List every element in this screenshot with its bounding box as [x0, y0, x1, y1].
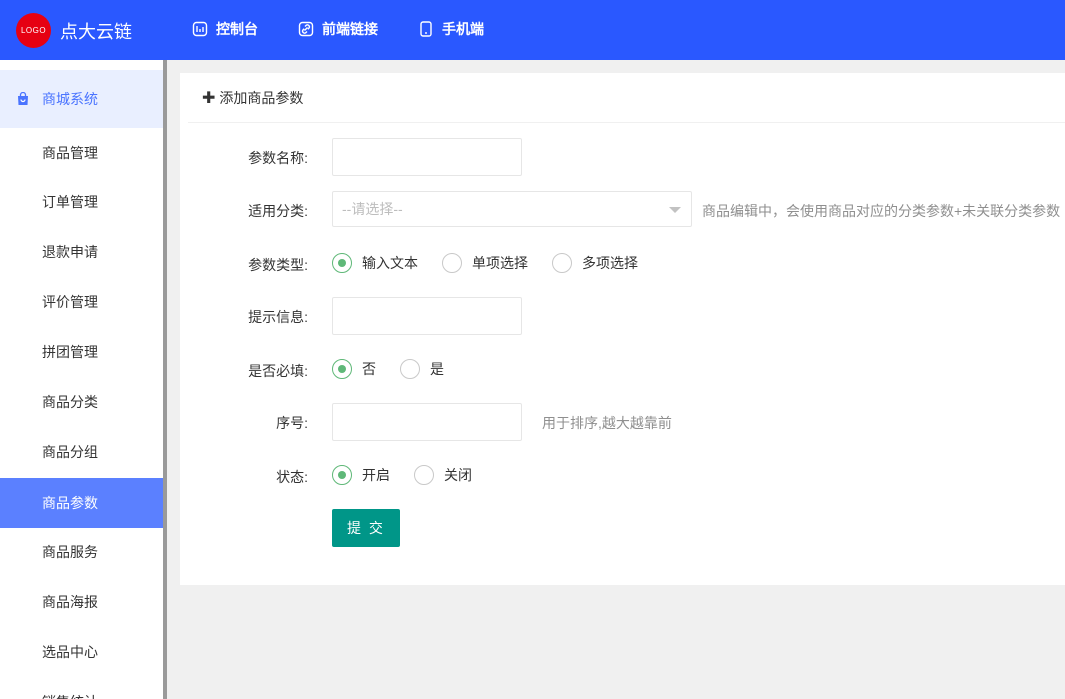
- type-radio-text-label: 输入文本: [362, 255, 418, 271]
- required-radio-no-label: 否: [362, 361, 376, 377]
- type-radio-single[interactable]: 单项选择: [442, 253, 528, 273]
- sidebar-scrollbar[interactable]: [163, 60, 167, 699]
- sidebar-section-label: 商城系统: [42, 91, 98, 107]
- sidebar-item-reviews[interactable]: 评价管理: [0, 277, 163, 327]
- type-radio-multi[interactable]: 多项选择: [552, 253, 638, 273]
- radio-circle: [332, 465, 352, 485]
- radio-circle: [552, 253, 572, 273]
- sidebar: 商城系统 商品管理 订单管理 退款申请 评价管理 拼团管理 商品分类 商品分组 …: [0, 60, 163, 699]
- add-parameter-header[interactable]: ✚ 添加商品参数: [188, 73, 1065, 123]
- category-label: 适用分类:: [248, 203, 308, 219]
- radio-circle: [400, 359, 420, 379]
- status-radio-on[interactable]: 开启: [332, 465, 390, 485]
- type-radio-multi-label: 多项选择: [582, 255, 638, 271]
- link-icon: [298, 21, 314, 37]
- nav-frontend-links-label: 前端链接: [322, 21, 378, 37]
- sidebar-item-refunds[interactable]: 退款申请: [0, 227, 163, 277]
- brand-name: 点大云链: [60, 22, 132, 42]
- order-label: 序号:: [276, 415, 308, 431]
- param-name-label: 参数名称:: [248, 150, 308, 166]
- top-header: LOGO 点大云链 控制台 前端链接 手机端: [0, 0, 1065, 60]
- type-radio-single-label: 单项选择: [472, 255, 528, 271]
- required-label: 是否必填:: [248, 363, 308, 379]
- nav-dashboard[interactable]: 控制台: [192, 19, 258, 39]
- sidebar-section-mall[interactable]: 商城系统: [0, 70, 163, 128]
- nav-dashboard-label: 控制台: [216, 21, 258, 37]
- tip-label: 提示信息:: [248, 309, 308, 325]
- panel-title: 添加商品参数: [219, 89, 304, 106]
- sidebar-item-groups[interactable]: 商品分组: [0, 427, 163, 477]
- sidebar-item-posters[interactable]: 商品海报: [0, 577, 163, 627]
- order-hint: 用于排序,越大越靠前: [542, 415, 672, 431]
- nav-mobile-label: 手机端: [442, 21, 484, 37]
- plus-icon: ✚: [202, 89, 216, 107]
- radio-circle: [332, 253, 352, 273]
- mobile-icon: [420, 21, 432, 37]
- submit-button[interactable]: 提 交: [332, 509, 400, 547]
- category-select-placeholder: --请选择--: [342, 201, 403, 217]
- chevron-down-icon: [669, 207, 681, 213]
- radio-circle: [414, 465, 434, 485]
- category-hint: 商品编辑中，会使用商品对应的分类参数+未关联分类参数: [702, 203, 1061, 219]
- nav-mobile[interactable]: 手机端: [418, 19, 484, 39]
- tip-input[interactable]: [332, 297, 522, 335]
- sidebar-item-sales-stats[interactable]: 销售统计: [0, 677, 163, 699]
- type-radio-text[interactable]: 输入文本: [332, 253, 418, 273]
- required-radio-yes-label: 是: [430, 361, 444, 377]
- required-radio-yes[interactable]: 是: [400, 359, 444, 379]
- nav-frontend-links[interactable]: 前端链接: [298, 19, 378, 39]
- radio-circle: [442, 253, 462, 273]
- sidebar-item-products[interactable]: 商品管理: [0, 128, 163, 178]
- status-radio-off-label: 关闭: [444, 467, 472, 483]
- param-type-label: 参数类型:: [248, 257, 308, 273]
- status-radio-off[interactable]: 关闭: [414, 465, 472, 485]
- required-radio-no[interactable]: 否: [332, 359, 376, 379]
- bag-icon: [18, 92, 28, 105]
- dashboard-icon: [192, 21, 208, 37]
- form-panel: ✚ 添加商品参数: [180, 73, 1065, 585]
- category-select[interactable]: --请选择--: [332, 191, 692, 227]
- param-name-input[interactable]: [332, 138, 522, 176]
- sidebar-item-categories[interactable]: 商品分类: [0, 377, 163, 427]
- sidebar-item-orders[interactable]: 订单管理: [0, 177, 163, 227]
- logo: LOGO: [16, 13, 51, 48]
- order-input[interactable]: [332, 403, 522, 441]
- status-label: 状态:: [276, 469, 308, 485]
- radio-circle: [332, 359, 352, 379]
- status-radio-on-label: 开启: [362, 467, 390, 483]
- sidebar-item-services[interactable]: 商品服务: [0, 527, 163, 577]
- sidebar-item-group-buy[interactable]: 拼团管理: [0, 327, 163, 377]
- sidebar-item-parameters[interactable]: 商品参数: [0, 478, 163, 528]
- sidebar-item-selection-center[interactable]: 选品中心: [0, 627, 163, 677]
